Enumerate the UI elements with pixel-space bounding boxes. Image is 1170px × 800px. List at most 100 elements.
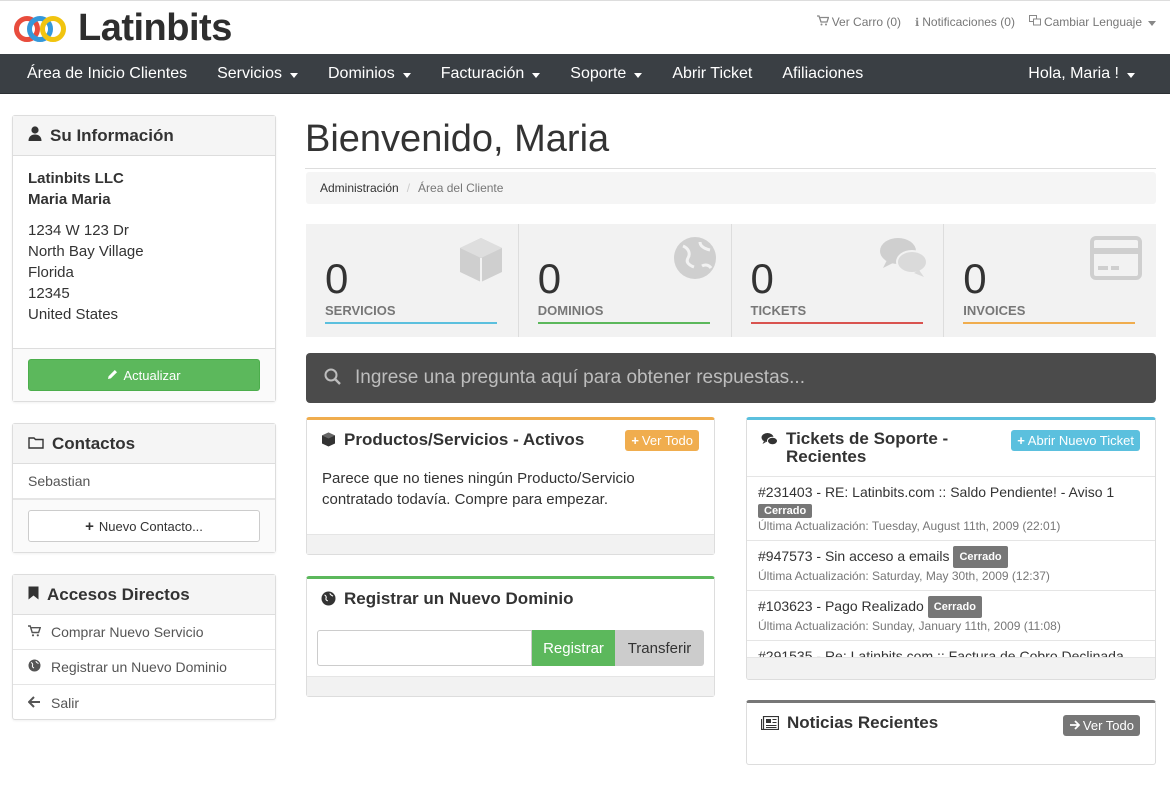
chevron-down-icon: [290, 72, 298, 78]
domain-input[interactable]: [317, 630, 532, 666]
tickets-title-line1: Tickets de Soporte -: [786, 429, 949, 448]
nav-item-label: Dominios: [328, 65, 395, 82]
transfer-domain-label: Transferir: [627, 639, 692, 657]
logo[interactable]: Latinbits: [14, 9, 232, 47]
stat-bar: [963, 322, 1136, 324]
notifications-link[interactable]: ℹ Notificaciones (0): [915, 15, 1015, 29]
main-navbar: Área de Inicio Clientes Servicios Domini…: [0, 54, 1170, 94]
breadcrumb: Administración / Área del Cliente: [306, 172, 1156, 204]
chevron-down-icon: [1127, 72, 1135, 78]
address-city: North Bay Village: [28, 243, 144, 260]
update-button[interactable]: Actualizar: [28, 359, 260, 391]
chevron-down-icon: [634, 72, 643, 78]
search-icon: [324, 368, 341, 388]
nav-item-affiliates[interactable]: Afiliaciones: [767, 54, 878, 94]
register-domain-button[interactable]: Registrar: [532, 630, 615, 666]
chevron-down-icon: [1148, 20, 1156, 26]
shortcut-buy-service[interactable]: Comprar Nuevo Servicio: [13, 615, 275, 650]
arrow-left-icon: [27, 695, 41, 711]
notifications-link-label: Notificaciones (0): [922, 15, 1015, 29]
breadcrumb-item-admin[interactable]: Administración: [320, 181, 399, 195]
tickets-panel: Tickets de Soporte - Recientes + Abrir N…: [746, 417, 1156, 680]
view-all-products-button[interactable]: + Ver Todo: [625, 430, 699, 451]
stat-invoices[interactable]: 0 INVOICES: [944, 224, 1156, 337]
contacts-panel-title: Contactos: [52, 433, 136, 453]
view-all-news-button[interactable]: Ver Todo: [1062, 715, 1140, 736]
cart-link-label: Ver Carro (0): [831, 15, 902, 29]
plus-icon: +: [85, 517, 94, 535]
address-state: Florida: [28, 264, 74, 281]
view-all-news-label: Ver Todo: [1082, 718, 1134, 733]
nav-item-label: Soporte: [570, 65, 627, 82]
logo-ring-yellow: [40, 16, 66, 42]
shortcut-label: Comprar Nuevo Servicio: [51, 624, 204, 640]
status-badge: Cerrado: [927, 596, 982, 618]
register-domain-label: Registrar: [543, 639, 604, 657]
ticket-item[interactable]: #291535 - Re: Latinbits.com :: Factura d…: [747, 641, 1155, 658]
ticket-item[interactable]: #231403 - RE: Latinbits.com :: Saldo Pen…: [747, 477, 1155, 541]
nav-item-domains[interactable]: Dominios: [313, 54, 426, 94]
stat-domains[interactable]: 0 DOMINIOS: [519, 224, 732, 337]
info-details: Latinbits LLC Maria Maria 1234 W 123 Dr …: [13, 156, 275, 337]
shortcuts-panel: Accesos Directos Comprar Nuevo Servicio …: [12, 574, 276, 720]
open-new-ticket-button[interactable]: + Abrir Nuevo Ticket: [1011, 430, 1140, 451]
user-menu-label: Hola, Maria !: [1028, 65, 1119, 82]
stat-services[interactable]: 0 SERVICIOS: [306, 224, 519, 337]
nav-item-services[interactable]: Servicios: [202, 54, 313, 94]
nav-item-label: Afiliaciones: [782, 65, 864, 82]
chevron-down-icon: [532, 72, 541, 78]
shortcut-label: Salir: [51, 694, 80, 711]
language-icon: [1028, 15, 1041, 29]
news-panel: Noticias Recientes Ver Todo: [746, 700, 1156, 765]
folder-icon: [28, 434, 44, 454]
cart-link[interactable]: Ver Carro (0): [816, 15, 902, 29]
user-menu[interactable]: Hola, Maria !: [1013, 54, 1150, 94]
stat-value: 0: [325, 255, 349, 302]
address-zip: 12345: [28, 285, 70, 302]
contact-item[interactable]: Sebastian: [13, 464, 275, 499]
plus-icon: +: [631, 433, 639, 448]
transfer-domain-button[interactable]: Transferir: [615, 630, 704, 666]
page-title: Bienvenido, Maria: [305, 118, 610, 160]
top-links: Ver Carro (0) ℹ Notificaciones (0) Cambi…: [816, 15, 1156, 29]
news-panel-title: Noticias Recientes: [787, 713, 939, 732]
bookmark-icon: [28, 585, 39, 605]
language-link[interactable]: Cambiar Lenguaje: [1028, 15, 1156, 29]
new-contact-button[interactable]: + Nuevo Contacto...: [28, 510, 260, 542]
nav-item-label: Área de Inicio Clientes: [27, 65, 188, 82]
stats-tiles: 0 SERVICIOS 0 DOMINIOS 0 TICKETS 0 INVOI…: [306, 224, 1156, 337]
title-divider: [305, 168, 1156, 169]
nav-item-billing[interactable]: Facturación: [426, 54, 556, 94]
cube-icon: [458, 236, 504, 287]
ticket-item[interactable]: #103623 - Pago Realizado Cerrado Última A…: [747, 591, 1155, 641]
contact-name: Sebastian: [28, 473, 91, 489]
shortcut-register-domain[interactable]: Registrar un Nuevo Dominio: [13, 650, 275, 685]
tickets-panel-footer: [747, 657, 1155, 679]
stat-value: 0: [963, 255, 987, 302]
chevron-down-icon: [402, 72, 411, 78]
pencil-icon: [107, 368, 118, 383]
open-new-ticket-label: Abrir Nuevo Ticket: [1027, 433, 1134, 448]
comments-icon: [879, 236, 929, 283]
nav-item-open-ticket[interactable]: Abrir Ticket: [657, 54, 767, 94]
client-name: Maria Maria: [28, 191, 111, 208]
tickets-title-line2: Recientes: [786, 447, 867, 466]
shortcut-label: Registrar un Nuevo Dominio: [51, 659, 227, 675]
stat-tickets[interactable]: 0 TICKETS: [732, 224, 945, 337]
kb-search-bar[interactable]: Ingrese una pregunta aquí para obtener r…: [306, 353, 1156, 403]
stat-label: TICKETS: [750, 303, 807, 318]
nav-item-support[interactable]: Soporte: [555, 54, 657, 94]
cart-icon: [28, 624, 42, 640]
stat-bar: [537, 322, 710, 324]
info-panel: Su Información Latinbits LLC Maria Maria…: [12, 115, 276, 402]
ticket-title: #103623 - Pago Realizado: [758, 598, 924, 614]
search-input[interactable]: Ingrese una pregunta aquí para obtener r…: [355, 367, 805, 389]
ticket-meta: Última Actualización: Saturday, May 30th…: [758, 569, 1050, 583]
logo-text: Latinbits: [78, 7, 232, 49]
shortcut-logout[interactable]: Salir: [13, 685, 275, 720]
credit-card-icon: [1090, 236, 1142, 283]
ticket-item[interactable]: #947573 - Sin acceso a emails Cerrado Últ…: [747, 541, 1155, 591]
nav-item-home[interactable]: Área de Inicio Clientes: [12, 54, 202, 94]
products-panel: Productos/Servicios - Activos + Ver Todo…: [306, 417, 715, 555]
products-panel-title: Productos/Servicios - Activos: [344, 430, 585, 449]
